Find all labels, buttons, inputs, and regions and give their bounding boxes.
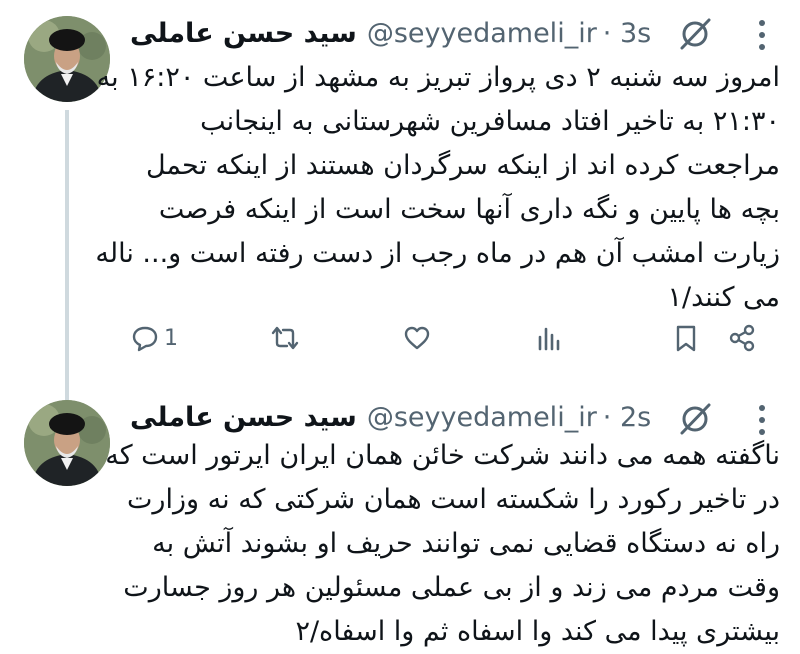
tweet-text: امروز سه شنبه ۲ دی پرواز تبریز به مشهد ا…: [95, 56, 780, 320]
tweet[interactable]: سید حسن عاملی @seyyedameli_ir · 2s ناگفت…: [0, 378, 800, 647]
reply-button[interactable]: 1: [130, 318, 178, 358]
author-handle[interactable]: @seyyedameli_ir: [367, 18, 597, 49]
tweet-text-line: وقت مردم می زند و از بی عملی مسئولین هر …: [123, 572, 780, 603]
grok-icon[interactable]: [676, 15, 714, 53]
tweet-text-line: مراجعت کرده اند از اینکه سرگردان هستند ا…: [145, 150, 780, 181]
bookmark-button[interactable]: [671, 318, 701, 358]
tweet-text-line: بچه ها پایین و نگه داری آنها سخت است از …: [158, 194, 780, 225]
author-name[interactable]: سید حسن عاملی: [130, 402, 357, 433]
tweet-text-line: راه نه دستگاه قضایی نمی توانند حریف او ب…: [152, 528, 780, 559]
tweet[interactable]: سید حسن عاملی @seyyedameli_ir · 3s امروز…: [0, 0, 800, 400]
tweet-text-line: ناگفته همه می دانند شرکت خائن همان ایران…: [105, 440, 780, 471]
retweet-icon: [271, 326, 299, 350]
tweet-header: سید حسن عاملی @seyyedameli_ir · 2s: [130, 398, 651, 436]
tweet-text: ناگفته همه می دانند شرکت خائن همان ایران…: [105, 434, 780, 654]
retweet-button[interactable]: [270, 318, 300, 358]
author-handle[interactable]: @seyyedameli_ir: [367, 402, 597, 433]
like-button[interactable]: [402, 318, 432, 358]
tweet-text-line: امروز سه شنبه ۲ دی پرواز تبریز به مشهد ا…: [96, 62, 780, 93]
timestamp[interactable]: · 3s: [603, 18, 651, 49]
share-button[interactable]: [727, 318, 757, 358]
avatar[interactable]: [24, 400, 110, 486]
like-icon: [404, 326, 430, 350]
views-button[interactable]: [535, 318, 565, 358]
action-bar: 1: [130, 318, 770, 358]
more-icon[interactable]: [752, 15, 772, 55]
reply-count: 1: [164, 325, 178, 351]
thread-line: [65, 110, 69, 400]
tweet-text-line: در تاخیر رکورد را شکسته است همان شرکتی ک…: [127, 484, 780, 515]
author-name[interactable]: سید حسن عاملی: [130, 18, 357, 49]
tweet-text-line: می کنند/۱: [667, 282, 780, 313]
views-icon: [538, 327, 560, 351]
timestamp[interactable]: · 2s: [603, 402, 651, 433]
tweet-text-line: بیشتری پیدا می کند وا اسفاه ثم وا اسفاه/…: [295, 616, 780, 647]
tweet-text-line: ۲۱:۳۰ به تاخیر افتاد مسافرین شهرستانی به…: [200, 106, 780, 137]
tweet-header: سید حسن عاملی @seyyedameli_ir · 3s: [130, 14, 651, 52]
bookmark-icon: [676, 325, 696, 352]
tweet-text-line: زیارت امشب آن هم در ماه رجب از دست رفته …: [95, 238, 780, 269]
reply-icon: [132, 326, 158, 352]
grok-icon[interactable]: [676, 400, 714, 438]
share-icon: [729, 324, 755, 352]
